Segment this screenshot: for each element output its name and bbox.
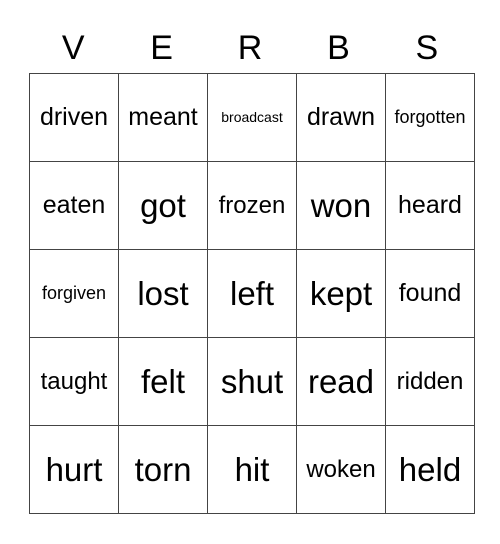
bingo-grid: driven meant broadcast drawn forgotten eaten g… (29, 73, 475, 514)
header-letter: S (415, 29, 439, 67)
cell-word: forgotten (394, 107, 466, 127)
bingo-cell[interactable]: forgiven (29, 249, 119, 338)
bingo-cell[interactable]: heard (385, 161, 475, 250)
bingo-cell[interactable]: held (385, 425, 475, 514)
bingo-cell[interactable]: lost (118, 249, 208, 338)
cell-word: read (307, 363, 375, 400)
header-letter: R (237, 29, 263, 67)
bingo-cell[interactable]: eaten (29, 161, 119, 250)
cell-word: held (398, 451, 462, 488)
cell-word: got (140, 187, 186, 224)
bingo-cell[interactable]: meant (118, 73, 208, 162)
bingo-cell[interactable]: found (385, 249, 475, 338)
grid-row: forgiven lost left kept found (29, 249, 475, 338)
cell-word: hurt (45, 451, 103, 488)
header-letter: B (327, 29, 350, 67)
grid-row: taught felt shut read ridden (29, 337, 475, 426)
cell-word: forgiven (41, 283, 107, 303)
grid-row: eaten got frozen won heard (29, 161, 475, 250)
bingo-cell[interactable]: shut (207, 337, 297, 426)
bingo-cell[interactable]: kept (296, 249, 386, 338)
cell-word: woken (306, 455, 376, 483)
cell-word: lost (137, 275, 189, 312)
bingo-cell[interactable]: hit (207, 425, 297, 514)
cell-word: driven (39, 103, 109, 131)
cell-word: won (310, 187, 372, 224)
bingo-cell[interactable]: forgotten (385, 73, 475, 162)
cell-word: shut (220, 363, 284, 400)
cell-word: heard (398, 191, 462, 219)
cell-word: left (229, 275, 275, 312)
bingo-cell[interactable]: frozen (207, 161, 297, 250)
bingo-cell[interactable]: driven (29, 73, 119, 162)
cell-word: hit (234, 451, 270, 488)
header-letter: E (150, 29, 173, 67)
bingo-cell[interactable]: taught (29, 337, 119, 426)
bingo-cell[interactable]: woken (296, 425, 386, 514)
cell-word: felt (140, 363, 186, 400)
bingo-cell[interactable]: read (296, 337, 386, 426)
cell-word: torn (134, 451, 192, 488)
cell-word: found (398, 279, 462, 307)
bingo-cell[interactable]: ridden (385, 337, 475, 426)
cell-word: meant (128, 103, 198, 131)
bingo-cell[interactable]: left (207, 249, 297, 338)
cell-word: frozen (218, 191, 286, 219)
cell-word: broadcast (221, 108, 283, 125)
cell-word: eaten (42, 191, 106, 219)
bingo-cell[interactable]: got (118, 161, 208, 250)
grid-row: driven meant broadcast drawn forgotten (29, 73, 475, 162)
bingo-cell[interactable]: broadcast (207, 73, 297, 162)
bingo-cell[interactable]: torn (118, 425, 208, 514)
grid-row: hurt torn hit woken held (29, 425, 475, 514)
cell-word: taught (40, 367, 108, 395)
cell-word: ridden (396, 367, 464, 395)
bingo-cell[interactable]: hurt (29, 425, 119, 514)
cell-word: kept (309, 275, 373, 312)
bingo-cell[interactable]: felt (118, 337, 208, 426)
cell-word: drawn (306, 103, 376, 131)
bingo-cell[interactable]: won (296, 161, 386, 250)
bingo-header: V E R B S (29, 28, 471, 68)
header-letter: V (61, 29, 85, 67)
bingo-cell[interactable]: drawn (296, 73, 386, 162)
